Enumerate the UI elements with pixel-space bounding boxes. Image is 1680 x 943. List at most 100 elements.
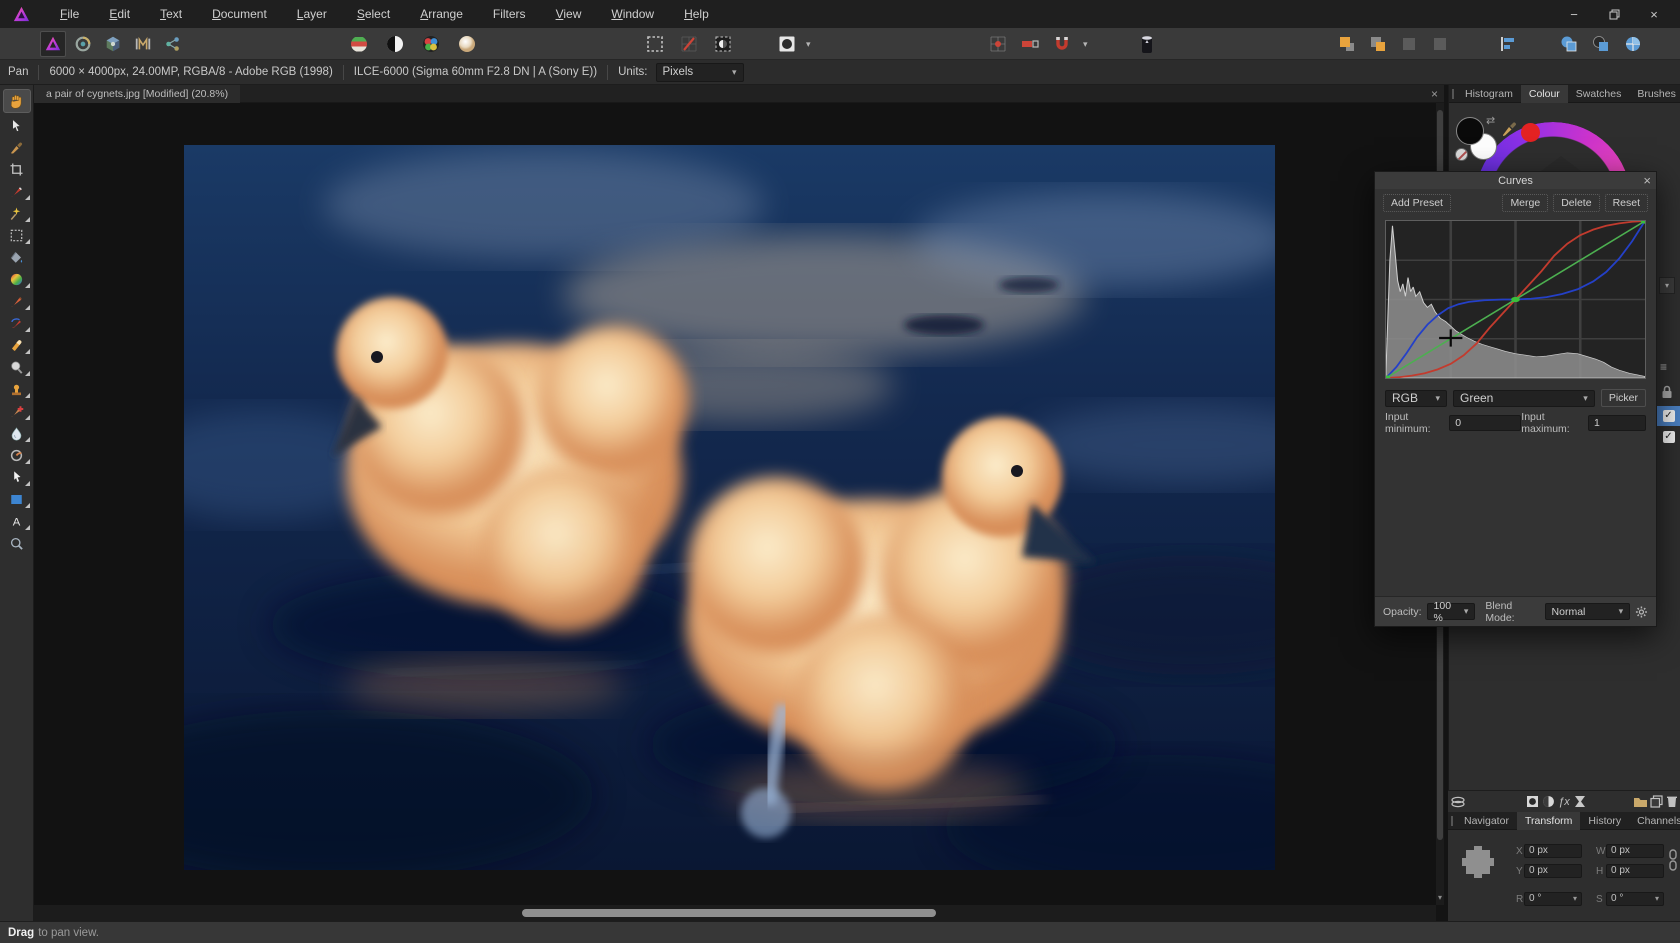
tool-node[interactable] (3, 467, 31, 487)
move-backward-button[interactable] (1427, 31, 1453, 57)
move-to-back-button[interactable] (1365, 31, 1391, 57)
menu-window[interactable]: Window (596, 0, 669, 28)
layers-opacity-caret[interactable]: ▾ (1659, 277, 1675, 294)
gear-icon[interactable] (1635, 605, 1648, 619)
tab-transform[interactable]: Transform (1517, 812, 1580, 830)
live-filter-icon[interactable] (1572, 793, 1588, 811)
snapping-magnet-button[interactable] (1049, 31, 1075, 57)
blend-mode-dropdown[interactable]: Normal▾ (1545, 603, 1631, 620)
tool-flood-select[interactable] (3, 203, 31, 223)
mask-icon[interactable] (1540, 793, 1556, 811)
channel-dropdown[interactable]: Green▾ (1453, 390, 1595, 407)
tool-flood-fill[interactable] (3, 247, 31, 267)
tool-move[interactable] (3, 115, 31, 135)
horizontal-scrollbar-thumb[interactable] (522, 909, 936, 917)
delete-button[interactable]: Delete (1553, 194, 1599, 212)
colour-dropper-icon[interactable] (1500, 118, 1518, 138)
auto-contrast-button[interactable] (382, 31, 408, 57)
geometry-subtract-button[interactable] (1588, 31, 1614, 57)
picker-button[interactable]: Picker (1601, 389, 1646, 407)
colour-format-button[interactable] (774, 31, 800, 57)
menu-view[interactable]: View (541, 0, 597, 28)
tool-healing[interactable] (3, 401, 31, 421)
channel-mode-dropdown[interactable]: RGB▾ (1385, 390, 1447, 407)
tool-erase[interactable] (3, 335, 31, 355)
snapping-caret[interactable]: ▾ (1081, 39, 1090, 50)
curve-node[interactable] (1511, 297, 1520, 302)
swap-colours-icon[interactable]: ⇄ (1486, 114, 1495, 127)
menu-file[interactable]: File (45, 0, 94, 28)
adjustment-icon[interactable] (1524, 793, 1540, 811)
link-dimensions-icon[interactable] (1668, 849, 1678, 871)
menu-select[interactable]: Select (342, 0, 405, 28)
auto-levels-button[interactable] (346, 31, 372, 57)
restore-button[interactable] (1594, 0, 1634, 28)
tool-marquee[interactable] (3, 225, 31, 245)
tab-histogram[interactable]: Histogram (1457, 85, 1521, 103)
liquify-persona-button[interactable] (70, 31, 96, 57)
group-folder-icon[interactable] (1632, 793, 1648, 811)
pixel-alignment-button[interactable] (1017, 31, 1043, 57)
stack-icon[interactable] (1450, 793, 1466, 811)
tool-blur[interactable] (3, 423, 31, 443)
menu-edit[interactable]: Edit (94, 0, 145, 28)
geometry-add-button[interactable] (1556, 31, 1582, 57)
tab-history[interactable]: History (1580, 812, 1629, 830)
add-preset-button[interactable]: Add Preset (1383, 194, 1451, 212)
h-field[interactable]: 0 px (1606, 864, 1664, 878)
no-colour-swatch[interactable] (1455, 148, 1468, 161)
tool-smudge[interactable] (3, 445, 31, 465)
units-dropdown[interactable]: Pixels ▾ (656, 63, 744, 82)
tone-mapping-persona-button[interactable] (130, 31, 156, 57)
tab-brushes[interactable]: Brushes (1629, 85, 1680, 103)
tool-shape[interactable] (3, 489, 31, 509)
menu-document[interactable]: Document (197, 0, 282, 28)
tool-colour-replacement[interactable] (3, 313, 31, 333)
export-persona-button[interactable] (160, 31, 186, 57)
curves-graph[interactable] (1385, 220, 1646, 379)
develop-persona-button[interactable] (100, 31, 126, 57)
minimize-button[interactable]: − (1554, 0, 1594, 28)
merge-button[interactable]: Merge (1502, 194, 1548, 212)
rotation-field[interactable]: 0 °▾ (1524, 892, 1582, 906)
tab-navigator[interactable]: Navigator (1456, 812, 1517, 830)
layer-row[interactable]: ✓ (1657, 428, 1680, 446)
panel-drag-handle[interactable] (1452, 89, 1454, 99)
curves-dialog-titlebar[interactable]: Curves × (1375, 172, 1656, 189)
assistant-button[interactable] (1134, 31, 1160, 57)
photo-persona-button[interactable] (40, 31, 66, 57)
input-minimum-field[interactable]: 0 (1449, 415, 1521, 431)
layers-panel-menu-icon[interactable]: ≡ (1660, 360, 1667, 374)
tool-dodge[interactable] (3, 357, 31, 377)
quick-mask-button[interactable] (710, 31, 736, 57)
tool-paint-brush[interactable] (3, 291, 31, 311)
tab-swatches[interactable]: Swatches (1568, 85, 1630, 103)
tool-text[interactable]: A (3, 511, 31, 531)
y-field[interactable]: 0 px (1524, 864, 1582, 878)
close-icon[interactable]: × (1643, 172, 1651, 189)
picked-colour-swatch[interactable] (1521, 123, 1540, 142)
tool-crop[interactable] (3, 159, 31, 179)
tab-colour[interactable]: Colour (1521, 85, 1568, 103)
menu-help[interactable]: Help (669, 0, 724, 28)
reset-button[interactable]: Reset (1605, 194, 1648, 212)
x-field[interactable]: 0 px (1524, 844, 1582, 858)
menu-text[interactable]: Text (145, 0, 197, 28)
tool-gradient[interactable] (3, 269, 31, 289)
shear-field[interactable]: 0 °▾ (1606, 892, 1664, 906)
trash-icon[interactable] (1664, 793, 1680, 811)
fx-icon[interactable]: ƒx (1556, 793, 1572, 811)
anchor-point-selector[interactable] (1460, 842, 1496, 884)
menu-arrange[interactable]: Arrange (405, 0, 478, 28)
layer-visibility-checkbox[interactable]: ✓ (1663, 431, 1675, 443)
menu-filters[interactable]: Filters (478, 0, 541, 28)
rotate-canvas-line-button[interactable] (676, 31, 702, 57)
tool-zoom[interactable] (3, 533, 31, 553)
selected-layer-row[interactable]: ✓ (1657, 406, 1680, 426)
geometry-divide-button[interactable] (1620, 31, 1646, 57)
tab-channels[interactable]: Channels (1629, 812, 1680, 830)
scroll-down-icon[interactable]: ▾ (1436, 893, 1444, 903)
move-to-front-button[interactable] (1334, 31, 1360, 57)
w-field[interactable]: 0 px (1606, 844, 1664, 858)
menu-layer[interactable]: Layer (282, 0, 342, 28)
